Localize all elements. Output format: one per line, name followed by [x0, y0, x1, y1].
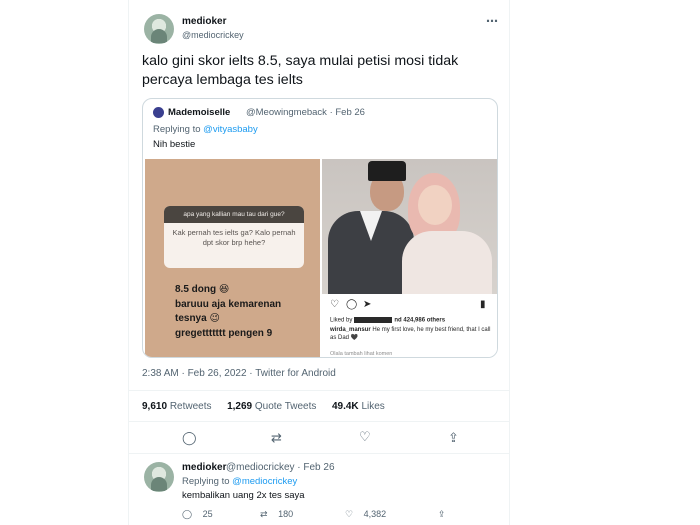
- reply-reply-action[interactable]: ◯ 25: [182, 509, 213, 520]
- tweet-timestamp[interactable]: 2:38 AM · Feb 26, 2022 · Twitter for And…: [142, 368, 336, 379]
- tweet-text: kalo gini skor ielts 8.5, saya mulai pet…: [142, 53, 459, 88]
- quoted-image-left[interactable]: apa yang kallian mau tau dari gue? Kak p…: [145, 159, 320, 357]
- story-answer: 8.5 dong 😆 baruuu aja kemarenan tesnya 😉…: [175, 283, 315, 341]
- share-icon[interactable]: ⇪: [448, 430, 459, 446]
- reply-count: 25: [202, 509, 213, 519]
- story-answer-line: 8.5 dong 😆: [175, 284, 230, 295]
- replying-to-label: Replying to: [153, 124, 201, 135]
- quoted-avatar[interactable]: [153, 107, 164, 118]
- photo-figure: [368, 161, 406, 181]
- send-icon: ➤: [363, 299, 372, 310]
- reply-author-name[interactable]: medioker: [182, 462, 226, 473]
- divider: [128, 390, 510, 391]
- quoted-tweet-text: Nih bestie: [153, 139, 196, 150]
- reply-replying-to: Replying to @mediocrickey: [182, 476, 297, 487]
- like-count: 4,382: [363, 509, 387, 519]
- retweet-icon[interactable]: ⇄: [271, 430, 282, 446]
- reply-retweet-action[interactable]: ⇄ 180: [260, 509, 293, 520]
- reply-like-action[interactable]: ♡ 4,382: [345, 509, 386, 520]
- story-answer-line: tesnya 😉: [175, 313, 220, 324]
- quoted-tweet-card[interactable]: Mademoiselle @Meowingmeback · Feb 26 Rep…: [142, 98, 498, 358]
- author-handle[interactable]: @mediocrickey: [182, 30, 244, 40]
- story-question-text: Kak pernah tes ielts ga? Kalo pernah dpt…: [172, 228, 296, 247]
- reply-icon[interactable]: ◯: [182, 430, 197, 446]
- quoted-replying-to: Replying to @vityasbaby: [153, 124, 258, 135]
- instagram-likes: Liked by nd 424,986 others: [330, 317, 495, 324]
- comment-icon: ◯: [346, 299, 358, 310]
- more-options-icon[interactable]: ⋯: [486, 14, 499, 28]
- quotes-count[interactable]: 1,269: [227, 401, 252, 412]
- bookmark-icon: ▮: [480, 299, 486, 310]
- retweet-icon[interactable]: ⇄: [260, 509, 268, 519]
- story-question-header: apa yang kallian mau tau dari gue?: [164, 206, 304, 223]
- likes-prefix: Liked by: [330, 317, 353, 324]
- tweet-stats: 9,610 Retweets 1,269 Quote Tweets 49.4K …: [142, 401, 385, 412]
- quotes-label[interactable]: Quote Tweets: [255, 401, 317, 412]
- reply-text: kembalikan uang 2x tes saya: [182, 490, 305, 501]
- likes-label[interactable]: Likes: [361, 401, 384, 412]
- quoted-author-name: Mademoiselle: [168, 107, 231, 118]
- author-name[interactable]: medioker: [182, 16, 226, 27]
- instagram-actions: ♡ ◯ ➤ ▮: [330, 299, 490, 313]
- reply-avatar[interactable]: [144, 462, 174, 492]
- divider: [128, 421, 510, 422]
- story-answer-line: gregettttttt pengen 9: [175, 327, 273, 339]
- quoted-author-handle: @Meowingmeback · Feb 26: [246, 107, 365, 118]
- retweet-count: 180: [278, 509, 294, 519]
- like-icon[interactable]: ♡: [359, 429, 371, 445]
- instagram-caption: wirda_mansur He my first love, he my bes…: [330, 326, 492, 342]
- divider: [128, 453, 510, 454]
- instagram-more: Olala tambah lihat komen: [330, 351, 393, 357]
- heart-icon: ♡: [330, 299, 339, 310]
- caption-user: wirda_mansur: [330, 327, 371, 333]
- photo-figure: [402, 231, 492, 294]
- retweets-count[interactable]: 9,610: [142, 401, 167, 412]
- likes-suffix: nd 424,986 others: [394, 317, 446, 324]
- replying-to-link[interactable]: @mediocrickey: [232, 476, 297, 487]
- replying-to-label: Replying to: [182, 476, 230, 487]
- reply-author-handle[interactable]: @mediocrickey · Feb 26: [226, 462, 335, 473]
- redacted-bar: [354, 317, 393, 323]
- photo-figure: [418, 185, 452, 225]
- story-question-box: apa yang kallian mau tau dari gue? Kak p…: [164, 206, 304, 268]
- instagram-photo: [322, 159, 497, 294]
- quoted-image-right[interactable]: ♡ ◯ ➤ ▮ Liked by nd 424,986 others wirda_…: [322, 159, 497, 357]
- replying-to-link[interactable]: @vityasbaby: [203, 124, 258, 135]
- like-icon[interactable]: ♡: [345, 509, 353, 519]
- reply-share-action[interactable]: ⇪: [438, 509, 446, 520]
- share-icon[interactable]: ⇪: [438, 509, 446, 519]
- retweets-label[interactable]: Retweets: [170, 401, 212, 412]
- likes-count[interactable]: 49.4K: [332, 401, 359, 412]
- avatar[interactable]: [144, 14, 174, 44]
- story-answer-line: baruuu aja kemarenan: [175, 298, 282, 310]
- reply-icon[interactable]: ◯: [182, 509, 192, 519]
